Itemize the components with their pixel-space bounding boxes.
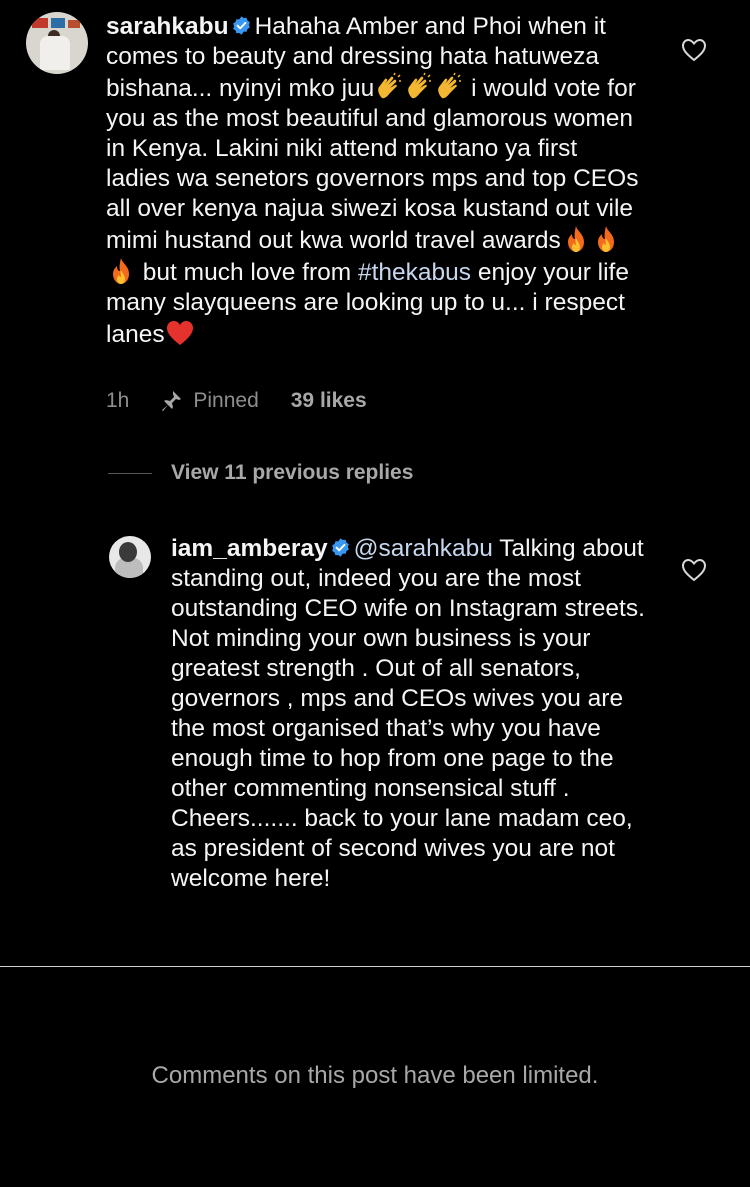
comment-time: 1h bbox=[106, 389, 130, 412]
clapping-hands-icon bbox=[378, 72, 402, 99]
like-heart-icon[interactable] bbox=[681, 38, 707, 62]
comments-limited-notice: Comments on this post have been limited. bbox=[151, 1062, 599, 1089]
mention-link[interactable]: @sarahkabu bbox=[354, 535, 493, 562]
avatar[interactable] bbox=[109, 536, 151, 578]
replies-divider-line bbox=[108, 472, 152, 474]
hashtag-link[interactable]: #thekabus bbox=[358, 259, 471, 286]
username[interactable]: iam_amberay bbox=[171, 535, 328, 562]
avatar[interactable] bbox=[26, 12, 88, 74]
username[interactable]: sarahkabu bbox=[106, 13, 229, 40]
fire-icon bbox=[567, 226, 584, 252]
comment-text: sarahkabu Hahaha Amber and Phoi when it c… bbox=[106, 12, 646, 350]
comment-iam-amberay: iam_amberay @sarahkabu Talking about stan… bbox=[109, 534, 725, 894]
verified-badge-icon bbox=[331, 538, 349, 557]
comment-text-part: but much love from bbox=[136, 259, 358, 286]
section-divider bbox=[0, 966, 750, 967]
clapping-hands-icon bbox=[408, 72, 432, 99]
comment-text: iam_amberay @sarahkabu Talking about stan… bbox=[171, 534, 646, 894]
like-heart-icon[interactable] bbox=[681, 558, 707, 582]
view-replies-label: View 11 previous replies bbox=[171, 461, 414, 484]
clapping-hands-icon bbox=[438, 72, 462, 99]
fire-icon bbox=[113, 258, 129, 284]
likes-count[interactable]: 39 likes bbox=[291, 389, 367, 413]
comment-text-part: Talking about standing out, indeed you a… bbox=[171, 535, 645, 892]
comment-sarahkabu: sarahkabu Hahaha Amber and Phoi when it c… bbox=[26, 12, 726, 350]
verified-badge-icon bbox=[232, 16, 250, 35]
pin-icon bbox=[162, 391, 182, 411]
fire-icon bbox=[597, 226, 614, 252]
view-previous-replies[interactable]: View 11 previous replies bbox=[108, 459, 413, 487]
red-heart-icon bbox=[166, 321, 193, 345]
pinned-label: Pinned bbox=[193, 389, 259, 412]
comment-meta: 1h Pinned 39 likes bbox=[106, 386, 367, 416]
